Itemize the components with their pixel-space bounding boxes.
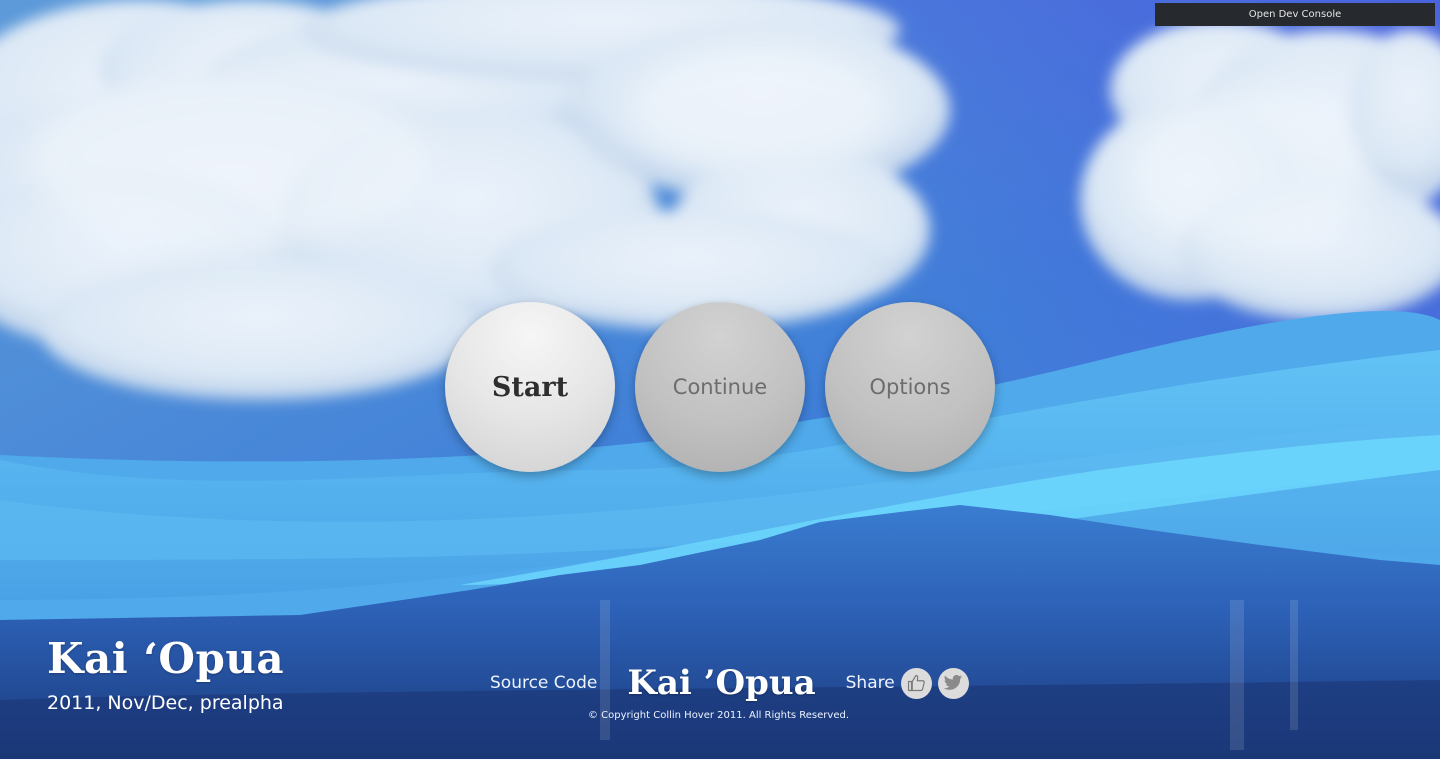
twitter-bird-icon[interactable] xyxy=(937,667,969,699)
options-button[interactable]: Options xyxy=(825,302,995,472)
continue-button[interactable]: Continue xyxy=(635,302,805,472)
source-code-link[interactable]: Source Code xyxy=(490,673,597,693)
continue-button-label: Continue xyxy=(672,375,768,399)
open-dev-console-button[interactable]: Open Dev Console xyxy=(1155,3,1435,26)
copyright-text: © Copyright Collin Hover 2011. All Right… xyxy=(588,710,849,721)
options-button-label: Options xyxy=(869,375,951,399)
footer-bar: Source Code Kai ’Opua Share xyxy=(490,660,969,706)
share-label: Share xyxy=(845,673,895,693)
thumbs-up-icon[interactable] xyxy=(900,667,932,699)
start-button[interactable]: Start xyxy=(445,302,615,472)
game-subtitle: 2011, Nov/Dec, prealpha xyxy=(47,692,284,714)
start-button-label: Start xyxy=(491,371,569,403)
game-title: Kai ‘Opua xyxy=(47,634,285,683)
footer-logo[interactable]: Kai ’Opua xyxy=(627,663,815,703)
